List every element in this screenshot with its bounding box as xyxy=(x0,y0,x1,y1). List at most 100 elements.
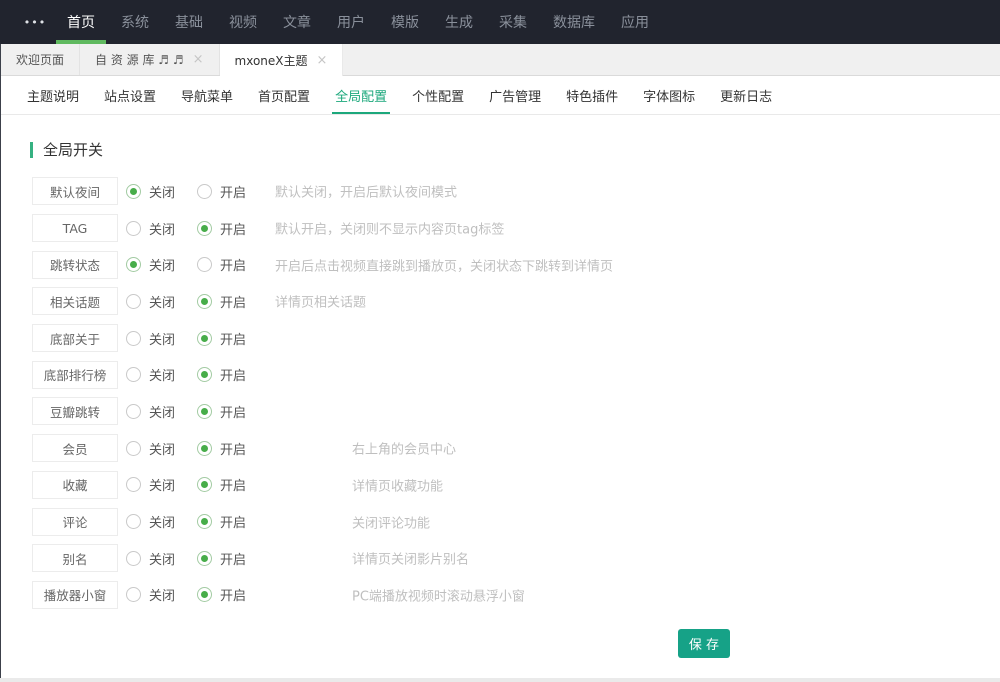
close-icon[interactable]: × xyxy=(193,53,204,66)
subnav-item[interactable]: 全局配置 xyxy=(332,76,390,114)
setting-row: 相关话题 关闭 开启 详情页相关话题 xyxy=(0,283,1000,320)
radio-on-circle-icon xyxy=(197,184,212,199)
radio-on[interactable]: 开启 xyxy=(197,365,268,384)
radio-off-label: 关闭 xyxy=(149,255,175,274)
nav-item[interactable]: 视频 xyxy=(216,0,270,44)
subnav-item[interactable]: 更新日志 xyxy=(717,76,775,114)
radio-off-label: 关闭 xyxy=(149,365,175,384)
setting-label: 跳转状态 xyxy=(32,251,118,279)
radio-on-circle-icon xyxy=(197,294,212,309)
radio-off[interactable]: 关闭 xyxy=(126,512,197,531)
setting-label: 会员 xyxy=(32,434,118,462)
setting-row: TAG 关闭 开启 默认开启，关闭则不显示内容页tag标签 xyxy=(0,210,1000,247)
window-tab[interactable]: 欢迎页面 xyxy=(1,44,80,75)
radio-on[interactable]: 开启 xyxy=(197,475,268,494)
nav-item[interactable]: 采集 xyxy=(486,0,540,44)
radio-off-circle-icon xyxy=(126,367,141,382)
radio-on[interactable]: 开启 xyxy=(197,255,268,274)
setting-radio-group: 关闭 开启 xyxy=(126,585,268,604)
nav-item[interactable]: 应用 xyxy=(608,0,662,44)
setting-radio-group: 关闭 开启 xyxy=(126,402,268,421)
save-button[interactable]: 保 存 xyxy=(678,629,730,658)
radio-off[interactable]: 关闭 xyxy=(126,219,197,238)
radio-on[interactable]: 开启 xyxy=(197,512,268,531)
radio-off[interactable]: 关闭 xyxy=(126,585,197,604)
theme-settings-nav: 主题说明站点设置导航菜单首页配置全局配置个性配置广告管理特色插件字体图标更新日志 xyxy=(0,76,1000,115)
window-tab-label: 自 资 源 库 ♬ ♬ xyxy=(95,51,184,68)
subnav-item[interactable]: 导航菜单 xyxy=(178,76,236,114)
setting-radio-group: 关闭 开启 xyxy=(126,329,268,348)
radio-on-label: 开启 xyxy=(220,512,246,531)
subnav-item[interactable]: 首页配置 xyxy=(255,76,313,114)
setting-radio-group: 关闭 开启 xyxy=(126,549,268,568)
more-menu-icon[interactable]: ••• xyxy=(16,0,54,44)
radio-off[interactable]: 关闭 xyxy=(126,439,197,458)
radio-off-label: 关闭 xyxy=(149,402,175,421)
radio-on-label: 开启 xyxy=(220,219,246,238)
setting-description: 关闭评论功能 xyxy=(352,512,430,531)
radio-on-circle-icon xyxy=(197,367,212,382)
radio-off[interactable]: 关闭 xyxy=(126,365,197,384)
radio-on-circle-icon xyxy=(197,551,212,566)
radio-off-label: 关闭 xyxy=(149,475,175,494)
radio-on[interactable]: 开启 xyxy=(197,292,268,311)
radio-off-circle-icon xyxy=(126,441,141,456)
radio-off-circle-icon xyxy=(126,221,141,236)
nav-item[interactable]: 数据库 xyxy=(540,0,608,44)
nav-item[interactable]: 模版 xyxy=(378,0,432,44)
radio-off[interactable]: 关闭 xyxy=(126,255,197,274)
subnav-item[interactable]: 广告管理 xyxy=(486,76,544,114)
setting-radio-group: 关闭 开启 xyxy=(126,512,268,531)
window-tab[interactable]: 自 资 源 库 ♬ ♬ × xyxy=(80,44,220,75)
radio-on[interactable]: 开启 xyxy=(197,182,268,201)
radio-on[interactable]: 开启 xyxy=(197,549,268,568)
setting-label: 评论 xyxy=(32,508,118,536)
radio-off-circle-icon xyxy=(126,404,141,419)
radio-off[interactable]: 关闭 xyxy=(126,475,197,494)
radio-off[interactable]: 关闭 xyxy=(126,549,197,568)
window-tab[interactable]: mxoneX主题× xyxy=(220,44,344,76)
subnav-item[interactable]: 个性配置 xyxy=(409,76,467,114)
radio-off[interactable]: 关闭 xyxy=(126,402,197,421)
radio-on[interactable]: 开启 xyxy=(197,439,268,458)
radio-on-circle-icon xyxy=(197,331,212,346)
setting-row: 评论 关闭 开启 关闭评论功能 xyxy=(0,503,1000,540)
nav-item[interactable]: 生成 xyxy=(432,0,486,44)
nav-item[interactable]: 首页 xyxy=(54,0,108,44)
close-icon[interactable]: × xyxy=(317,54,328,67)
radio-off[interactable]: 关闭 xyxy=(126,182,197,201)
radio-off[interactable]: 关闭 xyxy=(126,329,197,348)
radio-on[interactable]: 开启 xyxy=(197,585,268,604)
radio-off-label: 关闭 xyxy=(149,585,175,604)
subnav-item[interactable]: 站点设置 xyxy=(101,76,159,114)
nav-item[interactable]: 用户 xyxy=(324,0,378,44)
horizontal-scrollbar[interactable] xyxy=(0,678,1000,682)
setting-description: 默认关闭，开启后默认夜间模式 xyxy=(275,182,457,201)
radio-off-label: 关闭 xyxy=(149,292,175,311)
nav-item[interactable]: 基础 xyxy=(162,0,216,44)
nav-item[interactable]: 系统 xyxy=(108,0,162,44)
window-left-border xyxy=(0,44,1,682)
setting-description: 详情页收藏功能 xyxy=(352,475,443,494)
radio-off-circle-icon xyxy=(126,551,141,566)
top-nav: ••• 首页系统基础视频文章用户模版生成采集数据库应用 xyxy=(0,0,1000,44)
radio-on[interactable]: 开启 xyxy=(197,219,268,238)
radio-on[interactable]: 开启 xyxy=(197,329,268,348)
radio-off[interactable]: 关闭 xyxy=(126,292,197,311)
subnav-item[interactable]: 字体图标 xyxy=(640,76,698,114)
radio-on[interactable]: 开启 xyxy=(197,402,268,421)
radio-off-circle-icon xyxy=(126,477,141,492)
radio-off-label: 关闭 xyxy=(149,182,175,201)
radio-off-circle-icon xyxy=(126,587,141,602)
setting-label: 底部关于 xyxy=(32,324,118,352)
setting-radio-group: 关闭 开启 xyxy=(126,292,268,311)
radio-on-circle-icon xyxy=(197,221,212,236)
setting-label: 默认夜间 xyxy=(32,177,118,205)
subnav-item[interactable]: 特色插件 xyxy=(563,76,621,114)
nav-item[interactable]: 文章 xyxy=(270,0,324,44)
setting-description: 详情页相关话题 xyxy=(275,292,366,311)
radio-on-label: 开启 xyxy=(220,255,246,274)
setting-row: 收藏 关闭 开启 详情页收藏功能 xyxy=(0,467,1000,504)
setting-row: 底部排行榜 关闭 开启 xyxy=(0,356,1000,393)
subnav-item[interactable]: 主题说明 xyxy=(24,76,82,114)
